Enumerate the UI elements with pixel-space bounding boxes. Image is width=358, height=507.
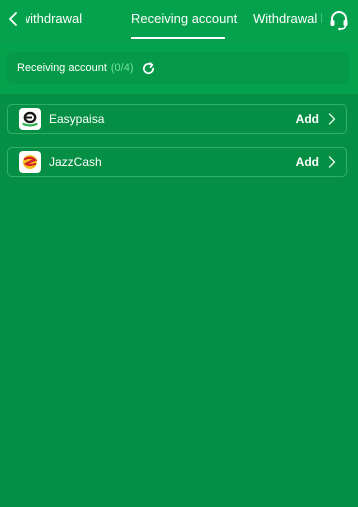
jazzcash-logo: [19, 151, 41, 173]
add-button[interactable]: Add: [296, 155, 319, 169]
account-name: Easypaisa: [49, 112, 105, 126]
headset-icon[interactable]: [328, 9, 350, 31]
tab-receiving-account[interactable]: Receiving account: [131, 0, 237, 40]
account-row-easypaisa[interactable]: Easypaisa Add: [7, 104, 347, 134]
refresh-icon[interactable]: [141, 61, 156, 76]
tab-last-withdrawal[interactable]: st withdrawal: [26, 0, 82, 40]
tab-strip: st withdrawal Receiving account Withdraw…: [26, 0, 322, 40]
chevron-right-icon: [327, 155, 337, 169]
chevron-right-icon: [327, 112, 337, 126]
account-row-jazzcash[interactable]: JazzCash Add: [7, 147, 347, 177]
status-label: Receiving account: [17, 62, 107, 74]
status-panel: Receiving account (0/4): [0, 41, 358, 94]
receiving-account-status: Receiving account (0/4): [7, 52, 349, 84]
account-name: JazzCash: [49, 155, 102, 169]
easypaisa-logo: [19, 108, 41, 130]
status-count: (0/4): [110, 62, 134, 74]
add-button[interactable]: Add: [296, 112, 319, 126]
active-tab-indicator: [131, 37, 225, 39]
tab-withdrawal-limit[interactable]: Withdrawal l: [253, 0, 322, 40]
header-bar: st withdrawal Receiving account Withdraw…: [0, 0, 358, 40]
back-chevron-icon[interactable]: [5, 9, 21, 29]
